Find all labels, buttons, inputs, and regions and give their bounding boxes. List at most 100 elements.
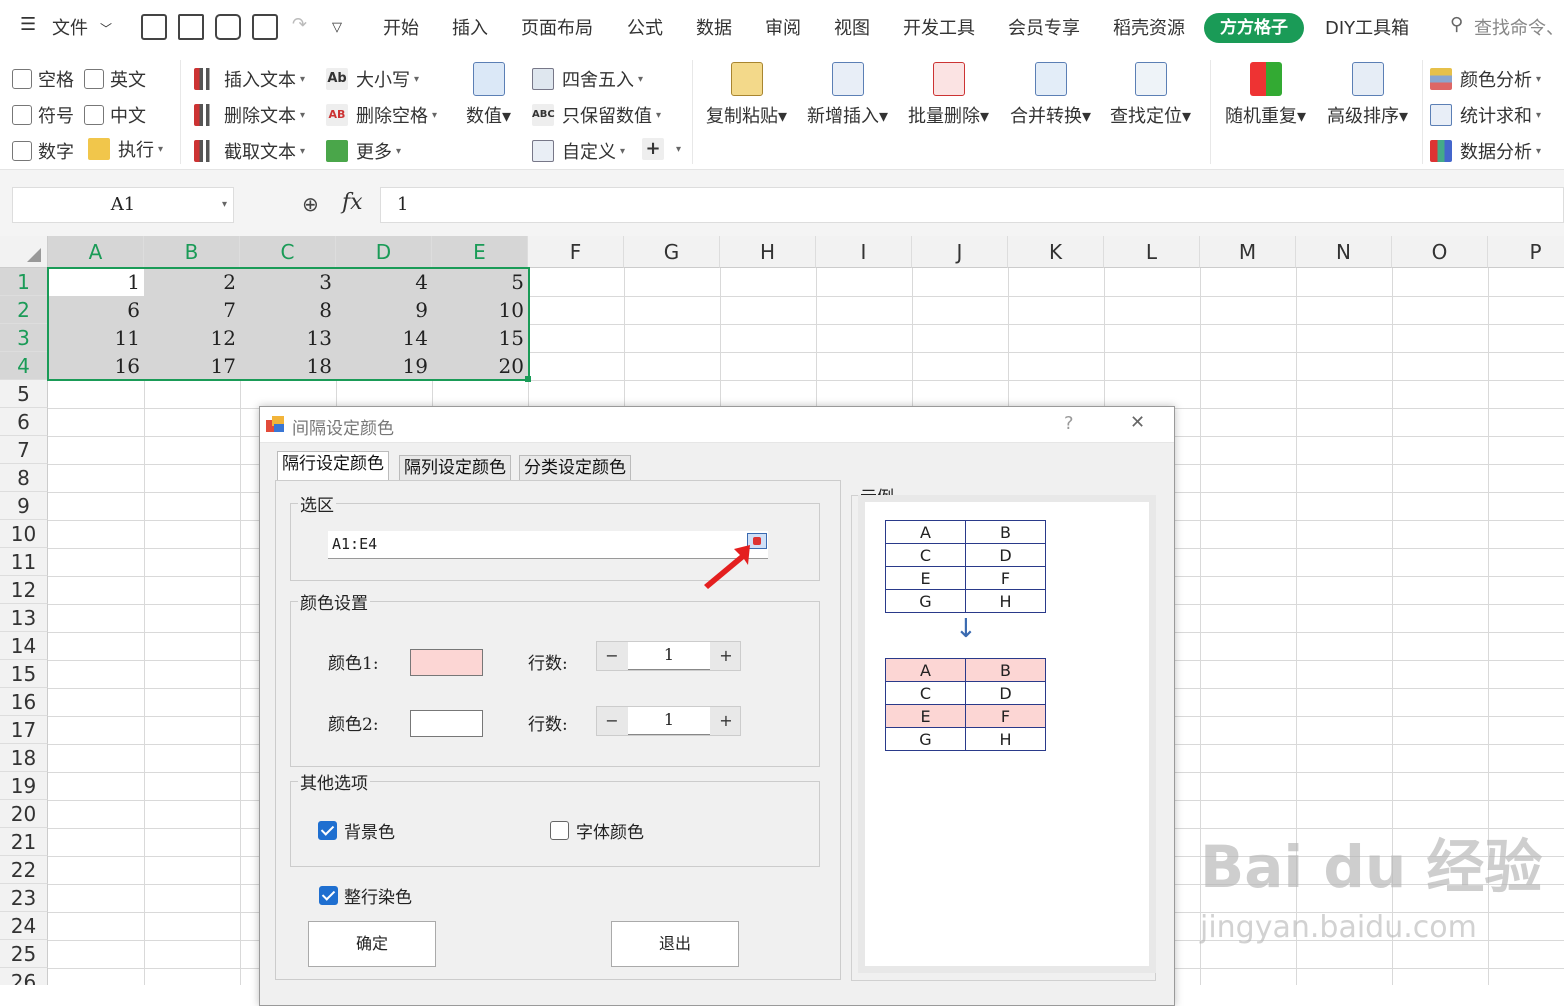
close-icon[interactable]: ✕	[1130, 412, 1145, 433]
exit-button[interactable]: 退出	[611, 921, 739, 967]
data-analysis-button[interactable]: 数据分析 ▾	[1430, 138, 1541, 164]
tab-docer[interactable]: 稻壳资源	[1113, 14, 1185, 40]
tab-member[interactable]: 会员专享	[1008, 14, 1080, 40]
execute-button[interactable]: 执行 ▾	[88, 136, 163, 162]
row-header-19[interactable]: 19	[0, 772, 48, 800]
dialog-titlebar[interactable]: 间隔设定颜色 ? ✕	[260, 407, 1174, 443]
checkbox-icon[interactable]	[12, 105, 32, 125]
tab-developer[interactable]: 开发工具	[903, 14, 975, 40]
add-button[interactable]: + ▾	[642, 138, 681, 160]
checkbox-icon[interactable]	[84, 69, 104, 89]
hamburger-icon[interactable]: ☰	[20, 14, 36, 35]
column-header-l[interactable]: L	[1104, 236, 1200, 268]
round-button[interactable]: 四舍五入 ▾	[532, 66, 643, 92]
whole-row-checkbox[interactable]	[319, 886, 338, 905]
fx-icon[interactable]: fx	[342, 190, 363, 215]
tab-formulas[interactable]: 公式	[627, 14, 663, 40]
minus-icon[interactable]: −	[597, 707, 627, 735]
check-symbol[interactable]: 符号	[12, 102, 74, 128]
tab-row-color[interactable]: 隔行设定颜色	[277, 451, 389, 481]
column-header-g[interactable]: G	[624, 236, 720, 268]
row-header-5[interactable]: 5	[0, 380, 48, 408]
random-repeat-button[interactable]: 随机重复▾	[1225, 62, 1306, 128]
help-icon[interactable]: ?	[1064, 413, 1074, 434]
row-header-11[interactable]: 11	[0, 548, 48, 576]
column-header-h[interactable]: H	[720, 236, 816, 268]
plus-icon[interactable]: +	[711, 642, 741, 670]
row-header-15[interactable]: 15	[0, 660, 48, 688]
check-number[interactable]: 数字	[12, 138, 74, 164]
row-header-24[interactable]: 24	[0, 912, 48, 940]
plus-icon[interactable]: +	[711, 707, 741, 735]
bg-color-checkbox[interactable]	[318, 821, 337, 840]
print-icon[interactable]	[215, 14, 241, 40]
row-header-1[interactable]: 1	[0, 268, 48, 296]
search-icon[interactable]: ⚲	[1450, 14, 1463, 35]
file-menu[interactable]: 文件	[52, 14, 88, 40]
row-header-12[interactable]: 12	[0, 576, 48, 604]
extract-text-button[interactable]: 截取文本 ▾	[194, 138, 305, 164]
new-insert-button[interactable]: 新增插入▾	[807, 62, 888, 128]
tab-data[interactable]: 数据	[696, 14, 732, 40]
check-english[interactable]: 英文	[84, 66, 146, 92]
row-header-16[interactable]: 16	[0, 688, 48, 716]
row-header-26[interactable]: 26	[0, 968, 48, 985]
column-header-f[interactable]: F	[528, 236, 624, 268]
select-all-corner[interactable]	[0, 236, 48, 268]
copy-paste-button[interactable]: 复制粘贴▾	[706, 62, 787, 128]
case-button[interactable]: Ab 大小写 ▾	[326, 66, 419, 92]
column-header-n[interactable]: N	[1296, 236, 1392, 268]
checkbox-icon[interactable]	[84, 105, 104, 125]
row-header-18[interactable]: 18	[0, 744, 48, 772]
command-search[interactable]: 查找命令、	[1474, 14, 1564, 40]
row-header-14[interactable]: 14	[0, 632, 48, 660]
formula-input[interactable]: 1	[380, 187, 1564, 223]
redo-icon[interactable]: ↷	[292, 14, 307, 35]
column-header-e[interactable]: E	[432, 236, 528, 268]
column-header-a[interactable]: A	[48, 236, 144, 268]
row-header-13[interactable]: 13	[0, 604, 48, 632]
keep-number-button[interactable]: ABC 只保留数值 ▾	[532, 102, 661, 128]
merge-convert-button[interactable]: 合并转换▾	[1010, 62, 1091, 128]
row-header-21[interactable]: 21	[0, 828, 48, 856]
more-button[interactable]: 更多 ▾	[326, 138, 401, 164]
custom-button[interactable]: 自定义 ▾	[532, 138, 625, 164]
column-header-c[interactable]: C	[240, 236, 336, 268]
numeric-button[interactable]: 数值▾	[466, 62, 511, 128]
checkbox-icon[interactable]	[12, 141, 32, 161]
delete-text-button[interactable]: 删除文本 ▾	[194, 102, 305, 128]
row-header-4[interactable]: 4	[0, 352, 48, 380]
chevron-down-icon[interactable]: ﹀	[100, 20, 112, 37]
row-header-17[interactable]: 17	[0, 716, 48, 744]
tab-column-color[interactable]: 隔列设定颜色	[399, 455, 511, 481]
chevron-down-icon[interactable]: ▾	[222, 188, 227, 222]
find-locate-button[interactable]: 查找定位▾	[1110, 62, 1191, 128]
advanced-sort-button[interactable]: 高级排序▾	[1327, 62, 1408, 128]
insert-text-button[interactable]: 插入文本 ▾	[194, 66, 305, 92]
remove-space-button[interactable]: AB 删除空格 ▾	[326, 102, 437, 128]
row-header-8[interactable]: 8	[0, 464, 48, 492]
tab-category-color[interactable]: 分类设定颜色	[519, 455, 631, 481]
row-header-23[interactable]: 23	[0, 884, 48, 912]
zoom-search-icon[interactable]: ⊕	[302, 192, 319, 216]
color2-swatch[interactable]	[410, 710, 483, 737]
row-header-22[interactable]: 22	[0, 856, 48, 884]
print-preview-icon[interactable]	[252, 14, 278, 40]
rows2-stepper[interactable]: − 1 +	[596, 706, 741, 736]
rows1-stepper[interactable]: − 1 +	[596, 641, 741, 671]
row-header-25[interactable]: 25	[0, 940, 48, 968]
tab-insert[interactable]: 插入	[452, 14, 488, 40]
tab-diy-toolbox[interactable]: DIY工具箱	[1325, 14, 1409, 40]
row-header-7[interactable]: 7	[0, 436, 48, 464]
row-header-3[interactable]: 3	[0, 324, 48, 352]
fill-handle[interactable]	[525, 376, 531, 382]
column-header-i[interactable]: I	[816, 236, 912, 268]
row-header-6[interactable]: 6	[0, 408, 48, 436]
name-box[interactable]: A1 ▾	[12, 187, 234, 223]
color1-swatch[interactable]	[410, 649, 483, 676]
column-header-j[interactable]: J	[912, 236, 1008, 268]
check-chinese[interactable]: 中文	[84, 102, 146, 128]
checkbox-icon[interactable]	[12, 69, 32, 89]
ok-button[interactable]: 确定	[308, 921, 436, 967]
export-icon[interactable]	[178, 14, 204, 40]
